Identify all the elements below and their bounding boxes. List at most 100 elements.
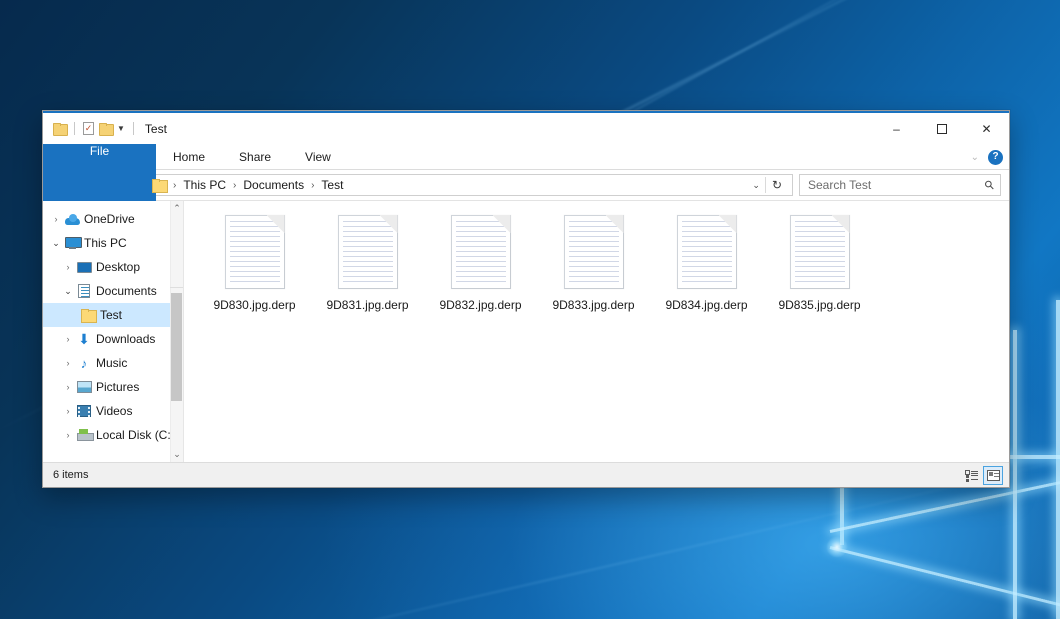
wallpaper-pane-line	[1013, 330, 1017, 619]
file-name-label: 9D832.jpg.derp	[439, 298, 521, 312]
disk-icon	[75, 429, 93, 441]
sidebar-item-videos[interactable]: › Videos	[43, 399, 183, 423]
file-item[interactable]: 9D832.jpg.derp	[424, 213, 537, 329]
desktop-icon	[75, 262, 93, 273]
sidebar-item-label: Videos	[96, 404, 132, 418]
chevron-right-icon[interactable]: ›	[49, 215, 63, 224]
file-grid: 9D830.jpg.derp 9D831.jpg.derp	[184, 213, 1009, 329]
search-box[interactable]: ⚲	[799, 174, 1001, 196]
chevron-right-icon[interactable]: ›	[61, 335, 75, 344]
sidebar-item-documents[interactable]: ⌄ Documents	[43, 279, 183, 303]
generic-file-icon	[225, 215, 285, 289]
toolbar-divider	[133, 122, 134, 135]
maximize-button[interactable]	[919, 113, 964, 144]
wallpaper-pane-line	[1056, 300, 1060, 619]
sidebar-item-local-disk[interactable]: › Local Disk (C:)	[43, 423, 183, 447]
generic-file-icon	[338, 215, 398, 289]
chevron-down-icon[interactable]: ⌄	[49, 239, 63, 248]
file-item[interactable]: 9D833.jpg.derp	[537, 213, 650, 329]
scrollbar-divider	[170, 287, 183, 288]
sidebar-item-label: Music	[96, 356, 127, 370]
file-icon-lines	[343, 221, 393, 284]
title-bar: ✓ ▼ Test – ✕	[43, 113, 1009, 144]
minimize-button[interactable]: –	[874, 113, 919, 144]
scroll-up-icon[interactable]: ⌃	[173, 201, 181, 216]
chevron-right-icon[interactable]: ›	[61, 383, 75, 392]
window-title: Test	[145, 122, 167, 136]
file-name-label: 9D834.jpg.derp	[665, 298, 747, 312]
breadcrumb-item-documents[interactable]: Documents	[241, 178, 306, 192]
tab-view[interactable]: View	[288, 144, 348, 169]
chevron-right-icon[interactable]: ›	[61, 407, 75, 416]
wallpaper-glow	[826, 536, 848, 558]
file-name-label: 9D830.jpg.derp	[213, 298, 295, 312]
ribbon-actions: ⌄ ?	[971, 144, 1003, 170]
file-name-label: 9D835.jpg.derp	[778, 298, 860, 312]
search-input[interactable]	[806, 177, 985, 193]
sidebar-item-test[interactable]: Test	[43, 303, 183, 327]
sidebar-item-desktop[interactable]: › Desktop	[43, 255, 183, 279]
sidebar-item-label: This PC	[84, 236, 127, 250]
chevron-down-icon[interactable]: ⌄	[61, 287, 75, 296]
cloud-icon	[63, 214, 81, 225]
sidebar-item-onedrive[interactable]: › OneDrive	[43, 207, 183, 231]
file-icon-lines	[230, 221, 280, 284]
file-list-pane[interactable]: 9D830.jpg.derp 9D831.jpg.derp	[183, 201, 1009, 462]
tab-share[interactable]: Share	[222, 144, 288, 169]
new-folder-icon[interactable]	[99, 123, 112, 134]
status-bar: 6 items	[43, 462, 1009, 487]
generic-file-icon	[451, 215, 511, 289]
details-view-button[interactable]	[961, 466, 981, 485]
file-icon-lines	[569, 221, 619, 284]
scrollbar-thumb[interactable]	[171, 293, 182, 401]
folder-icon[interactable]	[53, 123, 66, 134]
breadcrumb-dropdown-chevron-icon[interactable]: ⌄	[747, 180, 765, 191]
file-item[interactable]: 9D834.jpg.derp	[650, 213, 763, 329]
breadcrumb-item-test[interactable]: Test	[319, 178, 345, 192]
refresh-icon[interactable]: ↻	[766, 178, 788, 192]
sidebar-item-label: Desktop	[96, 260, 140, 274]
expand-ribbon-chevron-icon[interactable]: ⌄	[971, 152, 979, 163]
sidebar-item-downloads[interactable]: › ⬇ Downloads	[43, 327, 183, 351]
videos-icon	[75, 405, 93, 417]
large-icons-view-button[interactable]	[983, 466, 1003, 485]
breadcrumb-item-this-pc[interactable]: This PC	[181, 178, 228, 192]
file-item[interactable]: 9D831.jpg.derp	[311, 213, 424, 329]
generic-file-icon	[564, 215, 624, 289]
chevron-right-icon[interactable]: ›	[61, 431, 75, 440]
sidebar-item-pictures[interactable]: › Pictures	[43, 375, 183, 399]
wallpaper-pane-line	[830, 546, 1060, 607]
generic-file-icon	[677, 215, 737, 289]
item-count-label: 6 items	[53, 469, 88, 481]
breadcrumb-separator: ›	[168, 180, 181, 191]
sidebar-item-label: OneDrive	[84, 212, 135, 226]
file-icon-lines	[682, 221, 732, 284]
chevron-right-icon[interactable]: ›	[61, 263, 75, 272]
download-icon: ⬇	[75, 332, 93, 346]
monitor-icon	[63, 237, 81, 249]
document-icon	[75, 284, 93, 298]
help-icon[interactable]: ?	[988, 150, 1003, 165]
sidebar-item-label: Test	[100, 308, 122, 322]
file-icon-lines	[795, 221, 845, 284]
file-name-label: 9D831.jpg.derp	[326, 298, 408, 312]
folder-icon	[79, 309, 97, 321]
sidebar-item-this-pc[interactable]: ⌄ This PC	[43, 231, 183, 255]
sidebar-item-label: Documents	[96, 284, 157, 298]
customize-chevron-icon[interactable]: ▼	[117, 125, 125, 133]
pictures-icon	[75, 381, 93, 393]
sidebar-item-music[interactable]: › ♪ Music	[43, 351, 183, 375]
close-button[interactable]: ✕	[964, 113, 1009, 144]
file-icon-lines	[456, 221, 506, 284]
tab-home[interactable]: Home	[156, 144, 222, 169]
file-item[interactable]: 9D835.jpg.derp	[763, 213, 876, 329]
sidebar-item-label: Downloads	[96, 332, 155, 346]
breadcrumb-separator: ›	[306, 180, 319, 191]
toolbar-divider	[74, 122, 75, 135]
window-body: › OneDrive ⌄ This PC › Desktop ⌄ Documen…	[43, 200, 1009, 462]
breadcrumb[interactable]: › This PC › Documents › Test ⌄ ↻	[145, 174, 793, 196]
chevron-right-icon[interactable]: ›	[61, 359, 75, 368]
properties-icon[interactable]: ✓	[83, 122, 94, 135]
file-item[interactable]: 9D830.jpg.derp	[198, 213, 311, 329]
scroll-down-icon[interactable]: ⌄	[173, 447, 181, 462]
